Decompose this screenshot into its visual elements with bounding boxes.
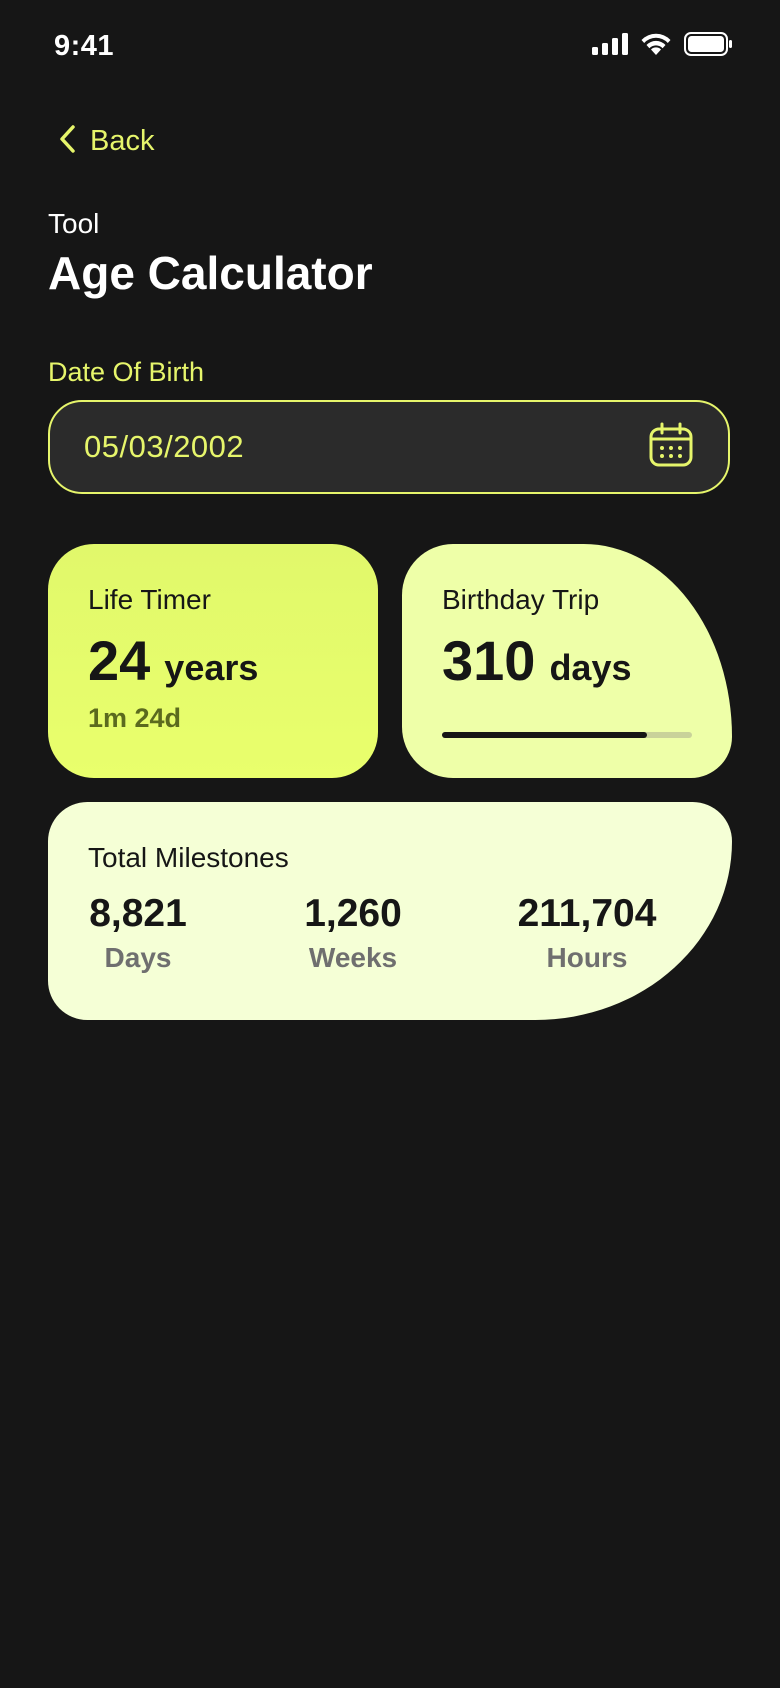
status-icons [592, 32, 732, 61]
milestone-days: 8,821 Days [88, 892, 188, 974]
milestone-hours-value: 211,704 [517, 892, 657, 935]
milestone-days-value: 8,821 [89, 892, 187, 935]
battery-icon [684, 32, 732, 61]
life-timer-value: 24 [88, 629, 151, 692]
chevron-left-icon [58, 124, 76, 159]
calendar-icon[interactable] [648, 422, 694, 473]
milestones-stats: 8,821 Days 1,260 Weeks 211,704 Hours [88, 892, 692, 1002]
total-milestones-title: Total Milestones [88, 842, 289, 873]
date-of-birth-label: Date Of Birth [48, 357, 205, 387]
life-timer-title: Life Timer [88, 584, 211, 615]
milestone-hours-label: Hours [546, 942, 628, 973]
milestone-days-label: Days [104, 942, 172, 973]
birthday-trip-card[interactable]: Birthday Trip 310 days [402, 544, 732, 778]
wifi-icon [640, 32, 672, 61]
life-timer-detail: 1m 24d [88, 703, 182, 733]
milestone-weeks: 1,260 Weeks [300, 892, 406, 974]
back-button[interactable]: Back [58, 124, 154, 159]
status-time: 9:41 [54, 30, 115, 62]
page-title: Age Calculator [48, 247, 373, 299]
milestone-weeks-label: Weeks [308, 942, 398, 973]
life-timer-value-row: 24 years [88, 628, 378, 693]
date-of-birth-value[interactable]: 05/03/2002 [84, 429, 244, 465]
birthday-trip-value: 310 [442, 629, 536, 692]
total-milestones-card[interactable]: Total Milestones 8,821 Days 1,260 Weeks … [48, 802, 732, 1020]
life-timer-unit: years [164, 647, 259, 688]
back-label: Back [90, 125, 155, 157]
age-calculator-screen: 9:41 Back Tool Age Calculator Date Of Bi… [0, 0, 780, 1688]
birthday-trip-unit: days [549, 647, 632, 688]
milestone-hours: 211,704 Hours [512, 892, 662, 974]
milestone-weeks-value: 1,260 [304, 892, 402, 935]
date-of-birth-field[interactable]: 05/03/2002 [48, 400, 730, 494]
signal-icon [592, 33, 628, 60]
birthday-trip-progress-fill [442, 732, 647, 738]
birthday-trip-value-row: 310 days [442, 628, 732, 693]
birthday-trip-progress-track [442, 732, 692, 738]
page-eyebrow: Tool [48, 208, 100, 239]
birthday-trip-title: Birthday Trip [442, 584, 600, 615]
life-timer-card[interactable]: Life Timer 24 years 1m 24d [48, 544, 378, 778]
